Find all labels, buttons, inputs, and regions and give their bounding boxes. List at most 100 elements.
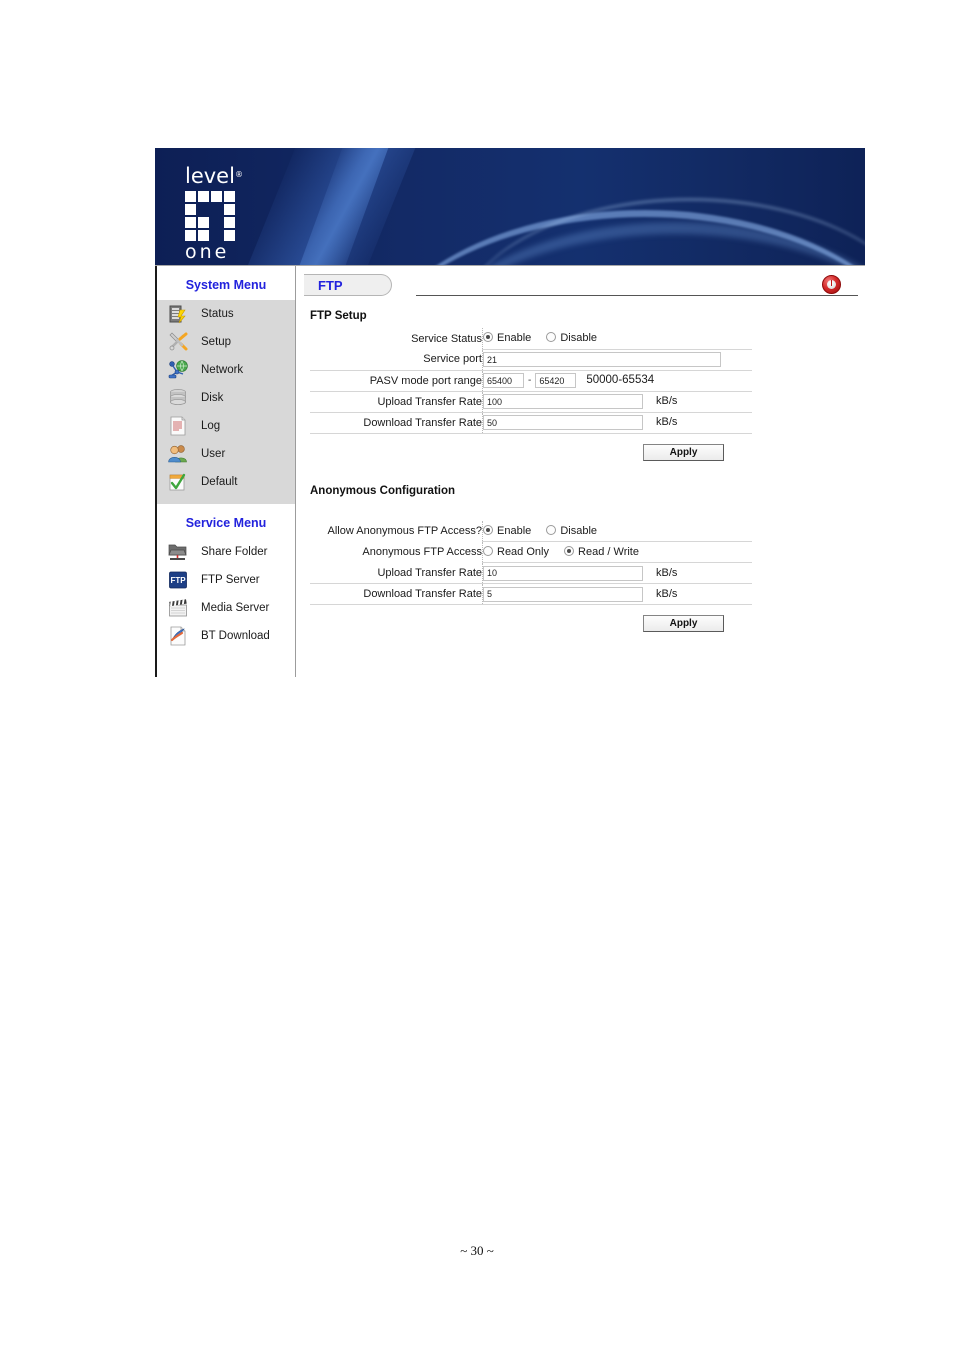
sidebar-item-disk[interactable]: Disk xyxy=(157,384,295,412)
anonymous-config-gap xyxy=(296,503,865,521)
power-logout-icon[interactable] xyxy=(822,275,841,294)
anonymous-access-options: Read Only Read / Write xyxy=(482,541,752,563)
service-port-value-cell xyxy=(482,349,752,371)
sidebar-item-label: Default xyxy=(201,476,238,488)
service-port-label: Service port xyxy=(310,349,483,371)
content-panel: FTP FTP Setup Service Status Enable Disa… xyxy=(296,266,865,677)
row-anonymous-access: Anonymous FTP Access Read Only Read / Wr… xyxy=(310,541,752,563)
service-status-options: Enable Disable xyxy=(482,328,752,350)
pasv-range-hint: 50000-65534 xyxy=(586,374,655,387)
service-port-input[interactable] xyxy=(483,352,721,367)
pasv-to-input[interactable] xyxy=(535,373,577,388)
sidebar-item-bt-download[interactable]: BT Download xyxy=(157,622,295,650)
svg-text:FTP: FTP xyxy=(170,576,186,585)
page-number: ~ 30 ~ xyxy=(460,1243,494,1258)
sidebar-item-label: Log xyxy=(201,420,221,432)
network-globe-icon xyxy=(167,359,189,381)
server-status-icon xyxy=(167,303,189,325)
sidebar-item-label: Media Server xyxy=(201,602,270,614)
document-log-icon xyxy=(167,415,189,437)
tab-ftp[interactable]: FTP xyxy=(304,274,392,296)
pasv-range-value-cell: - 50000-65534 xyxy=(482,370,752,392)
pasv-from-input[interactable] xyxy=(483,373,524,388)
logo-wordmark-bottom: one xyxy=(185,241,230,263)
row-anon-upload-rate: Upload Transfer Rate kB/s xyxy=(310,562,752,584)
anonymous-config-apply-button[interactable]: Apply xyxy=(643,615,724,632)
tab-bar-rule xyxy=(416,295,858,296)
anonymous-config-title: Anonymous Configuration xyxy=(310,484,456,497)
upload-rate-value-cell: kB/s xyxy=(482,391,752,413)
tools-icon xyxy=(167,331,189,353)
download-rate-label: Download Transfer Rate xyxy=(310,412,483,434)
device-admin-ui: level® one System Menu Status Setup Netw… xyxy=(155,148,865,678)
sidebar-item-status[interactable]: Status xyxy=(157,300,295,328)
ftp-setup-title: FTP Setup xyxy=(310,310,367,322)
upload-rate-input[interactable] xyxy=(483,394,643,409)
row-service-status: Service Status Enable Disable xyxy=(310,328,752,350)
anon-download-rate-value-cell: kB/s xyxy=(482,583,752,605)
allow-anonymous-options: Enable Disable xyxy=(482,520,752,542)
service-status-label: Service Status xyxy=(310,328,483,349)
sidebar-item-label: Setup xyxy=(201,336,232,348)
anonymous-access-label: Anonymous FTP Access xyxy=(310,541,483,563)
logo-block-mark xyxy=(185,191,237,241)
download-rate-unit: kB/s xyxy=(656,416,678,429)
registered-mark: ® xyxy=(234,169,243,179)
upload-rate-unit: kB/s xyxy=(656,395,678,408)
system-menu-group: System Menu Status Setup Network Disk Lo… xyxy=(157,266,295,504)
sidebar-item-share-folder[interactable]: Share Folder xyxy=(157,538,295,566)
system-menu-heading: System Menu xyxy=(157,266,295,300)
sidebar-item-label: Share Folder xyxy=(201,546,268,558)
download-rate-value-cell: kB/s xyxy=(482,412,752,434)
radio-label-read-only: Read Only xyxy=(497,546,549,558)
radio-service-status-disable[interactable] xyxy=(546,332,557,343)
sidebar: System Menu Status Setup Network Disk Lo… xyxy=(157,266,296,677)
radio-service-status-enable[interactable] xyxy=(483,332,493,343)
sidebar-item-default[interactable]: Default xyxy=(157,468,295,496)
sidebar-item-user[interactable]: User xyxy=(157,440,295,468)
ui-body: System Menu Status Setup Network Disk Lo… xyxy=(155,266,865,677)
allow-anonymous-label: Allow Anonymous FTP Access? xyxy=(310,520,483,542)
row-anon-download-rate: Download Transfer Rate kB/s xyxy=(310,583,752,605)
sidebar-item-media-server[interactable]: Media Server xyxy=(157,594,295,622)
radio-label-disable: Disable xyxy=(560,524,598,537)
clapperboard-icon xyxy=(167,597,189,619)
radio-access-read-write[interactable] xyxy=(564,546,575,556)
sidebar-item-label: Network xyxy=(201,364,244,376)
sidebar-item-log[interactable]: Log xyxy=(157,412,295,440)
radio-label-read-write: Read / Write xyxy=(578,546,639,558)
tab-bar: FTP xyxy=(304,274,865,304)
radio-allow-anonymous-enable[interactable] xyxy=(483,524,493,535)
bt-download-icon xyxy=(167,625,189,647)
radio-label-enable: Enable xyxy=(497,524,532,537)
row-pasv-range: PASV mode port range - 50000-65534 xyxy=(310,370,752,392)
folder-share-icon xyxy=(167,541,189,563)
radio-label-disable: Disable xyxy=(560,332,598,345)
sidebar-item-label: BT Download xyxy=(201,630,270,642)
sidebar-item-setup[interactable]: Setup xyxy=(157,328,295,356)
disk-stack-icon xyxy=(167,387,189,409)
anon-upload-rate-input[interactable] xyxy=(483,565,643,581)
anon-download-rate-input[interactable] xyxy=(483,586,643,602)
download-rate-input[interactable] xyxy=(483,415,643,430)
ftp-setup-apply-button[interactable]: Apply xyxy=(643,443,724,461)
logo-wordmark-top: level® xyxy=(185,164,243,188)
row-upload-rate: Upload Transfer Rate kB/s xyxy=(310,391,752,413)
page-footer: ~ 30 ~ xyxy=(0,1243,954,1259)
service-menu-heading: Service Menu xyxy=(157,504,295,538)
radio-access-read-only[interactable] xyxy=(483,546,493,556)
sidebar-item-label: FTP Server xyxy=(201,574,260,586)
anon-download-rate-label: Download Transfer Rate xyxy=(310,583,483,605)
radio-allow-anonymous-disable[interactable] xyxy=(546,524,557,535)
sidebar-item-ftp-server[interactable]: FTP FTP Server xyxy=(157,566,295,594)
anonymous-config-form: Allow Anonymous FTP Access? Enable Disab… xyxy=(310,520,752,605)
anon-upload-rate-value-cell: kB/s xyxy=(482,562,752,584)
sidebar-item-label: Disk xyxy=(201,392,224,404)
radio-label-enable: Enable xyxy=(497,332,532,345)
row-service-port: Service port xyxy=(310,349,752,371)
sidebar-item-network[interactable]: Network xyxy=(157,356,295,384)
sidebar-item-label: User xyxy=(201,448,226,460)
anon-download-rate-unit: kB/s xyxy=(656,587,678,600)
ftp-setup-form: Service Status Enable Disable Service po… xyxy=(310,328,752,434)
